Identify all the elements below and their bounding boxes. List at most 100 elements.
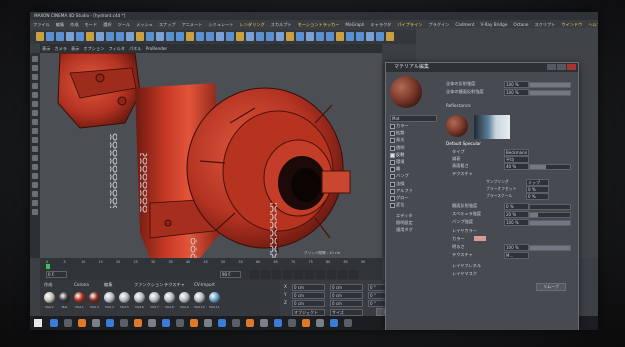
global-row-value[interactable]: 100 % [504,81,529,88]
playback-button[interactable] [283,270,292,279]
playback-button[interactable] [327,270,336,279]
menu-item[interactable]: モード [82,22,101,27]
reflectance-row-value[interactable]: 100 % [504,219,529,226]
channel-label[interactable]: 環境 [396,159,404,165]
material-swatch[interactable] [104,292,115,303]
material-name[interactable]: Mat [58,305,71,309]
menu-item[interactable]: スカルプト [268,22,295,27]
playhead-marker[interactable] [46,264,50,269]
left-tool-icon[interactable] [32,146,38,152]
toolbar-tool-icon[interactable] [126,32,134,41]
playback-button[interactable] [349,270,358,279]
current-frame-field[interactable]: 0 F [46,271,67,278]
material-preview-sphere[interactable] [390,76,422,108]
taskbar-app-icon[interactable] [190,319,198,327]
left-tool-icon[interactable] [32,209,38,215]
toolbar-tool-icon[interactable] [226,32,234,41]
playback-button[interactable] [338,270,347,279]
global-row-slider[interactable] [529,82,571,88]
reflectance-row-value[interactable]: 20 % [504,211,529,218]
taskbar-app-icon[interactable] [344,319,352,327]
layer-color-swatch[interactable] [474,236,486,241]
global-row-value[interactable]: 100 % [504,89,529,96]
material-name-field[interactable]: Mat [390,115,437,122]
taskbar-app-icon[interactable] [204,319,212,327]
menu-item[interactable]: Cadment [452,22,477,27]
left-tool-icon[interactable] [32,92,38,98]
toolbar-tool-icon[interactable] [166,32,174,41]
reflectance-row-value[interactable]: M... [504,252,529,259]
toolbar-tool-icon[interactable] [306,32,314,41]
viewport-menu-item[interactable]: フィルタ [106,46,127,51]
material-name[interactable]: Mat.4 [103,305,116,309]
channel-checkbox[interactable] [390,181,395,187]
material-menu-item[interactable]: 作成 [44,282,52,288]
left-tool-icon[interactable] [32,191,38,197]
reflectance-tab[interactable]: Reflectance [446,103,471,108]
coord-size[interactable]: 0 cm [330,300,363,307]
menu-item[interactable]: 選択 [100,22,114,27]
channel-checkbox[interactable] [390,145,395,151]
toolbar-tool-icon[interactable] [316,32,324,41]
menu-item[interactable]: V-Ray Bridge [477,22,510,27]
channel-checkbox[interactable] [390,131,395,137]
taskbar-app-icon[interactable] [274,319,282,327]
channel-checkbox[interactable] [390,203,395,209]
channel-checkbox[interactable] [390,160,395,165]
texture-sub-value[interactable]: 0 % [526,193,549,200]
material-swatch[interactable] [89,292,100,303]
material-swatch[interactable] [119,292,130,303]
viewport-menu-item[interactable]: オプション [81,46,106,51]
viewport-menu-item[interactable]: ProRender [144,46,170,51]
left-tool-icon[interactable] [32,110,38,116]
left-tool-icon[interactable] [32,173,38,179]
playback-button[interactable] [250,270,259,279]
material-name[interactable]: Mat.11 [208,305,221,309]
menu-item[interactable]: 作成 [67,22,81,27]
coord-position[interactable]: 0 cm [292,284,325,291]
menu-item[interactable]: キャラクタ [367,22,394,27]
toolbar-tool-icon[interactable] [296,32,304,41]
toolbar-tool-icon[interactable] [376,32,384,41]
coord-size[interactable]: 0 cm [330,292,363,299]
taskbar-app-icon[interactable] [50,319,58,327]
menu-item[interactable]: スクリプト [531,22,558,27]
channel-label[interactable]: 拡散 [396,130,404,136]
toolbar-tool-icon[interactable] [256,32,264,41]
toolbar-tool-icon[interactable] [76,32,84,41]
toolbar-tool-icon[interactable] [356,32,364,41]
left-tool-icon[interactable] [32,101,38,107]
reflectance-row-value[interactable]: 0 % [504,203,529,210]
taskbar-app-icon[interactable] [302,319,310,327]
minimize-button[interactable] [547,64,556,70]
menu-item[interactable]: ヘルプ [585,22,598,27]
viewport-menu-item[interactable]: 表示 [40,46,52,51]
menu-item[interactable]: ファイル [30,22,53,27]
channel-label[interactable]: グロー [396,195,409,201]
channel-label[interactable]: 反射 [396,152,404,158]
toolbar-tool-icon[interactable] [206,32,214,41]
channel-extra-label[interactable]: 照明設定 [396,220,413,226]
toolbar-tool-icon[interactable] [66,32,74,41]
channel-label[interactable]: 透明 [396,145,404,151]
3d-viewport[interactable]: グリッド間隔 : 10 cm [40,53,382,258]
playback-button[interactable] [316,270,325,279]
menu-item[interactable]: アニメート [179,22,206,27]
toolbar-tool-icon[interactable] [106,32,114,41]
reflectance-row-slider[interactable] [529,245,571,251]
menu-item[interactable]: プラグイン [425,22,452,27]
menu-item[interactable]: シミュレート [205,22,236,27]
menu-item[interactable]: 編集 [53,22,67,27]
viewport-menu-item[interactable]: パネル [127,46,144,51]
playback-button[interactable] [261,270,270,279]
close-button[interactable] [567,64,576,70]
playback-button[interactable] [294,270,303,279]
channel-extra-label[interactable]: 適用タグ [396,227,413,233]
toolbar-tool-icon[interactable] [246,32,254,41]
channel-checkbox[interactable] [390,124,395,129]
toolbar-tool-icon[interactable] [86,32,94,41]
coord-position[interactable]: 0 cm [292,300,325,307]
channel-label[interactable]: 発光 [396,137,404,143]
taskbar-app-icon[interactable] [288,319,296,327]
material-name[interactable]: Mat.2 [43,305,56,309]
